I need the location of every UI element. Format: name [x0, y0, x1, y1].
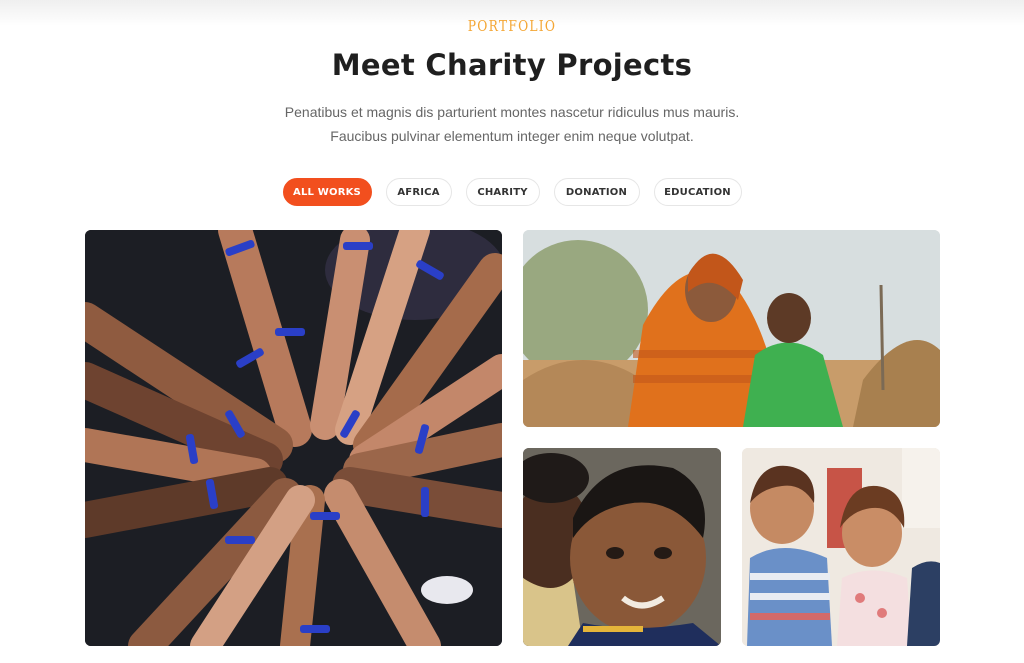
portfolio-item-hands[interactable]	[85, 230, 502, 646]
hands-image	[85, 230, 502, 646]
filter-education-button[interactable]: EDUCATION	[653, 178, 742, 206]
filter-donation-button[interactable]: DONATION	[553, 178, 640, 206]
woman-baby-image	[523, 230, 940, 427]
section-description-line-2: Faucibus pulvinar elementum integer enim…	[330, 128, 694, 144]
filter-africa-button[interactable]: AFRICA	[385, 178, 452, 206]
girls-image	[742, 448, 940, 646]
section-title: Meet Charity Projects	[331, 48, 693, 82]
portfolio-item-woman-baby[interactable]	[523, 230, 940, 427]
portfolio-item-girls[interactable]	[742, 448, 940, 646]
filter-charity-button[interactable]: CHARITY	[465, 178, 540, 206]
section-eyebrow: PORTFOLIO	[467, 17, 557, 35]
section-description-line-1: Penatibus et magnis dis parturient monte…	[284, 104, 740, 120]
portfolio-filter-bar: ALL WORKS AFRICA CHARITY DONATION EDUCAT…	[0, 178, 1024, 206]
boy-image	[523, 448, 721, 646]
filter-all-works-button[interactable]: ALL WORKS	[282, 178, 372, 206]
portfolio-item-boy[interactable]	[523, 448, 721, 646]
